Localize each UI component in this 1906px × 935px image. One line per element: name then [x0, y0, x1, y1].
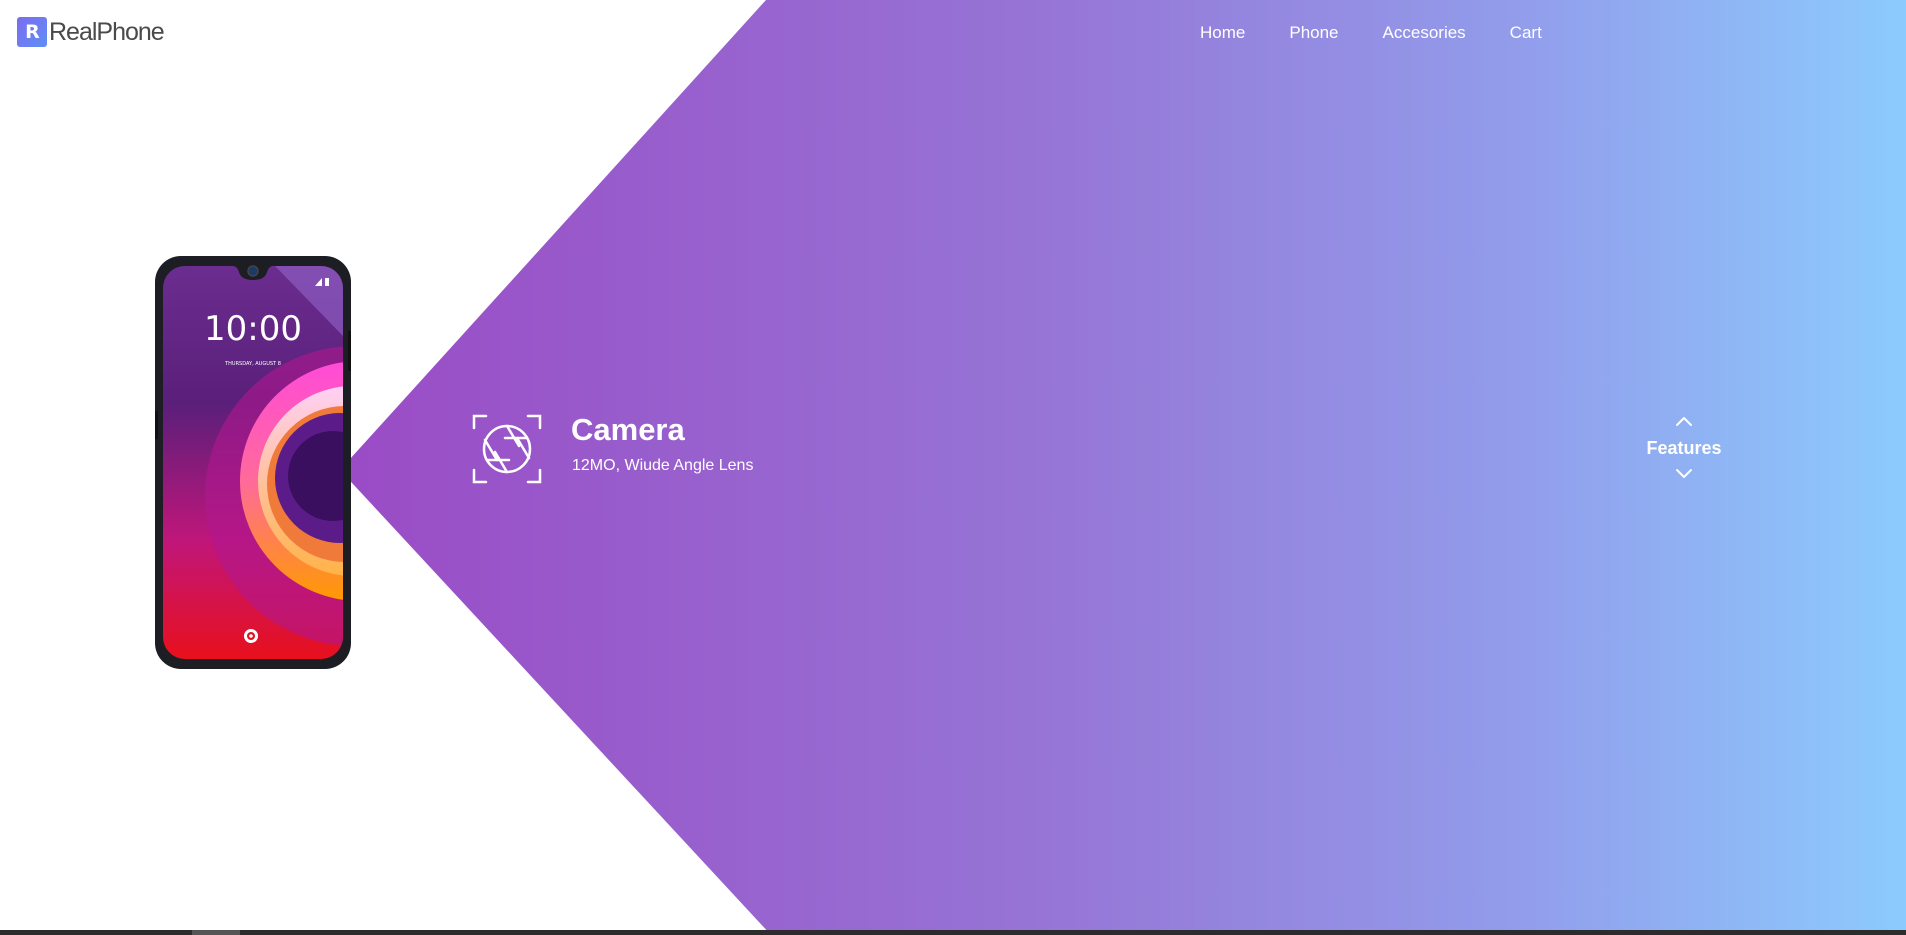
- brand-logo[interactable]: R RealPhone: [17, 16, 165, 48]
- phone-clock: 10:00: [204, 309, 302, 349]
- features-switcher: Features: [1630, 414, 1738, 481]
- logo-mark-icon: R: [17, 17, 47, 47]
- page: R RealPhone Home Phone Accesories Cart 1…: [0, 0, 1906, 935]
- phone-image: 10:00 THURSDAY, AUGUST 8: [155, 256, 351, 669]
- feature-title: Camera: [571, 412, 685, 447]
- horizontal-scrollbar[interactable]: [0, 930, 1906, 935]
- brand-name: RealPhone: [49, 17, 165, 46]
- chevron-down-icon[interactable]: [1674, 467, 1694, 481]
- features-label: Features: [1646, 438, 1722, 458]
- scrollbar-thumb[interactable]: [192, 930, 240, 935]
- nav-cart[interactable]: Cart: [1510, 23, 1542, 43]
- feature-description: 12MO, Wiude Angle Lens: [572, 457, 754, 474]
- nav-accesories[interactable]: Accesories: [1383, 23, 1466, 43]
- camera-aperture-icon: [472, 414, 542, 484]
- main-nav: Home Phone Accesories Cart: [1200, 23, 1586, 43]
- nav-phone[interactable]: Phone: [1289, 23, 1338, 43]
- nav-home[interactable]: Home: [1200, 23, 1245, 43]
- phone-date: THURSDAY, AUGUST 8: [224, 361, 281, 367]
- chevron-up-icon[interactable]: [1674, 414, 1694, 428]
